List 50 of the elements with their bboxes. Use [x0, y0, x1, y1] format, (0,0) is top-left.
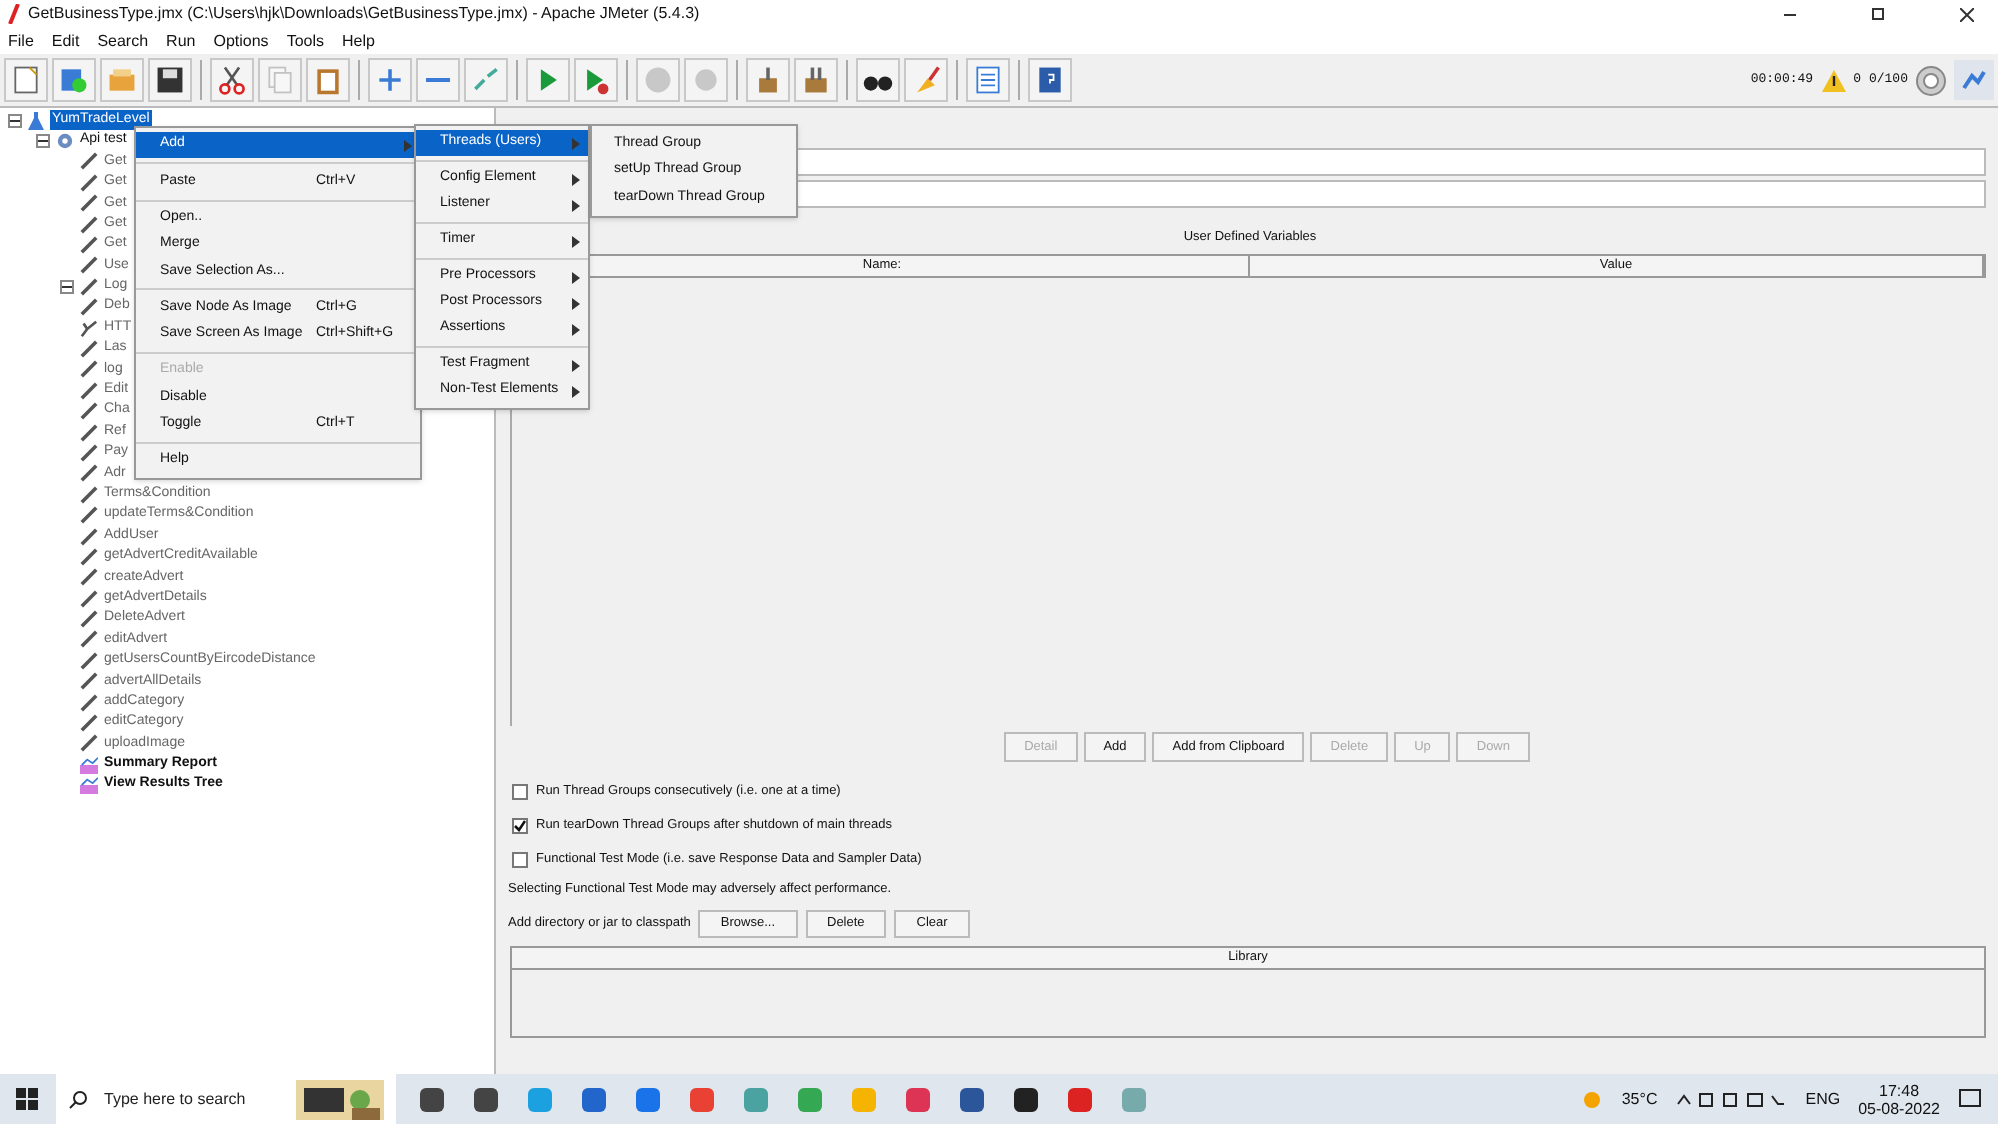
flask-icon	[28, 111, 44, 130]
menu-item[interactable]: Help	[342, 29, 375, 53]
comments-field[interactable]	[796, 180, 1986, 208]
close-icon[interactable]	[1960, 7, 1974, 21]
expander-icon[interactable]	[60, 279, 74, 294]
app-icon[interactable]	[1012, 1085, 1040, 1113]
restore-icon[interactable]	[1872, 8, 1884, 20]
submenu-arrow-icon	[572, 199, 580, 211]
menu-item[interactable]: Search	[97, 29, 149, 53]
pen-icon	[80, 319, 98, 338]
submenu-arrow-icon	[572, 271, 580, 283]
app-icon[interactable]	[472, 1085, 500, 1113]
menu-item[interactable]: Edit	[51, 29, 80, 53]
submenu-arrow-icon	[572, 385, 580, 397]
clock-time[interactable]: 17:48	[1879, 1081, 1920, 1099]
windows-start-icon[interactable]	[16, 1088, 38, 1110]
search-icon	[68, 1089, 88, 1109]
submenu-arrow-icon	[572, 297, 580, 309]
submenu-arrow-icon	[572, 173, 580, 185]
checkbox[interactable]	[512, 784, 528, 800]
menu-item[interactable]: Run	[166, 29, 196, 53]
warning-icon[interactable]	[1821, 69, 1846, 91]
window-title: GetBusinessType.jmx (C:\Users\hjk\Downloads\GetBusinessType.jmx) - Apache JMeter (5.4.3)	[28, 2, 700, 26]
name-field[interactable]	[796, 148, 1986, 176]
status-circle-icon	[1916, 65, 1946, 95]
menu-item[interactable]: File	[8, 29, 34, 53]
checkbox[interactable]	[512, 818, 528, 834]
submenu-arrow-icon	[572, 323, 580, 335]
menu-item[interactable]: Tools	[286, 29, 324, 53]
menu-item[interactable]: Options	[213, 29, 269, 53]
app-icon[interactable]	[418, 1085, 446, 1113]
feather-icon	[8, 4, 20, 24]
tray-icons[interactable]	[1675, 1089, 1788, 1109]
clock-date[interactable]: 05-08-2022	[1858, 1099, 1940, 1117]
checkbox[interactable]	[512, 852, 528, 868]
log-viewer-button[interactable]	[1954, 60, 1994, 100]
notification-icon[interactable]	[1958, 1088, 1982, 1110]
chart-icon	[80, 776, 98, 795]
taskbar-search-field[interactable]: Type here to search	[56, 1074, 396, 1124]
chart-icon	[80, 755, 98, 774]
expander-icon[interactable]	[36, 134, 50, 149]
submenu-arrow-icon	[572, 235, 580, 247]
submenu-arrow-icon	[572, 359, 580, 371]
app-icon[interactable]	[958, 1085, 986, 1113]
weather-temperature: 35°C	[1621, 1087, 1658, 1111]
weather-icon	[1579, 1087, 1604, 1111]
submenu-arrow-icon	[572, 137, 580, 149]
language-indicator[interactable]: ENG	[1805, 1087, 1841, 1111]
expander-icon[interactable]	[8, 113, 22, 128]
minimize-icon[interactable]	[1784, 13, 1796, 15]
